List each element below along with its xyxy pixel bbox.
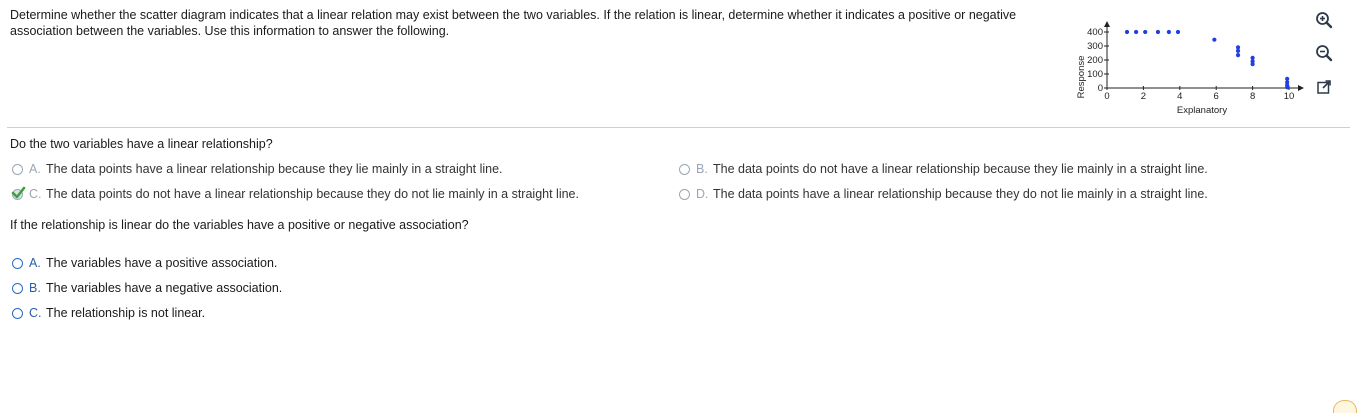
q2-option-a-letter: A. <box>29 256 41 270</box>
q2-option-a-radio[interactable] <box>12 257 23 269</box>
q1-option-a[interactable]: A. The data points have a linear relatio… <box>12 162 503 176</box>
q1-option-c-label: The data points do not have a linear rel… <box>46 187 579 201</box>
x-tick-label: 8 <box>1250 91 1255 102</box>
q1-option-c-radio[interactable] <box>11 186 26 200</box>
x-tick-label: 4 <box>1177 91 1182 102</box>
q1-option-b[interactable]: B. The data points do not have a linear … <box>679 162 1208 176</box>
y-tick-label: 100 <box>1087 69 1103 80</box>
q2-option-c-radio[interactable] <box>12 307 23 319</box>
checkmark-icon <box>11 186 26 198</box>
q2-option-c-label: The relationship is not linear. <box>46 306 206 320</box>
q1-option-b-radio[interactable] <box>679 163 690 175</box>
data-point <box>1143 29 1148 35</box>
y-tick-label: 200 <box>1087 55 1103 66</box>
problem-prompt: Determine whether the scatter diagram in… <box>10 8 1017 38</box>
x-tick-label: 10 <box>1284 91 1295 102</box>
q2-option-b[interactable]: B. The variables have a negative associa… <box>12 281 282 295</box>
y-tick-label: 0 <box>1098 83 1103 94</box>
question-1-text: Do the two variables have a linear relat… <box>10 137 273 151</box>
q1-option-c[interactable]: C. The data points do not have a linear … <box>11 186 579 201</box>
q2-option-a[interactable]: A. The variables have a positive associa… <box>12 256 277 270</box>
data-point <box>1212 37 1217 42</box>
q2-option-a-label: The variables have a positive associatio… <box>46 256 278 270</box>
y-axis-arrow <box>1104 21 1110 27</box>
q1-option-c-letter: C. <box>29 187 42 201</box>
y-tick-label: 400 <box>1087 27 1103 38</box>
data-point <box>1250 62 1255 67</box>
q1-option-d-radio[interactable] <box>679 188 690 200</box>
q2-option-c[interactable]: C. The relationship is not linear. <box>12 306 205 320</box>
q1-option-a-radio[interactable] <box>12 163 23 175</box>
data-point <box>1175 29 1181 35</box>
data-point <box>1285 85 1290 90</box>
section-divider <box>7 127 1350 128</box>
q1-option-d[interactable]: D. The data points have a linear relatio… <box>679 187 1208 201</box>
x-tick-label: 0 <box>1104 91 1109 102</box>
scatter-chart: Response 0 2 4 6 8 100100200300400 Explanator… <box>1076 21 1304 116</box>
q2-option-b-label: The variables have a negative associatio… <box>46 281 283 295</box>
q2-option-b-radio[interactable] <box>12 282 23 294</box>
q1-option-a-label: The data points have a linear relationsh… <box>46 162 503 176</box>
data-point <box>1124 29 1130 35</box>
q1-option-b-label: The data points do not have a linear rel… <box>713 162 1208 176</box>
q2-option-b-letter: B. <box>29 281 41 295</box>
q1-option-b-letter: B. <box>696 162 708 176</box>
data-point <box>1155 29 1161 35</box>
y-axis-label: Response <box>1076 56 1087 99</box>
q1-option-a-letter: A. <box>29 162 41 176</box>
x-axis-arrow <box>1298 85 1304 91</box>
zoom-in-icon[interactable] <box>1313 9 1335 31</box>
data-point <box>1235 48 1241 54</box>
corner-indicator[interactable] <box>1333 400 1357 413</box>
q1-option-d-label: The data points have a linear relationsh… <box>713 187 1208 201</box>
x-axis-label: Explanatory <box>1177 105 1227 116</box>
q1-option-d-letter: D. <box>696 187 709 201</box>
x-tick-label: 2 <box>1141 91 1146 102</box>
x-tick-label: 6 <box>1214 91 1219 102</box>
y-tick-label: 300 <box>1087 41 1103 52</box>
data-point <box>1166 29 1171 35</box>
data-point <box>1134 29 1139 35</box>
q2-option-c-letter: C. <box>29 306 42 320</box>
popout-icon[interactable] <box>1313 76 1335 98</box>
zoom-out-icon[interactable] <box>1313 42 1335 64</box>
data-point <box>1235 53 1241 58</box>
question-2-text: If the relationship is linear do the var… <box>10 218 469 232</box>
